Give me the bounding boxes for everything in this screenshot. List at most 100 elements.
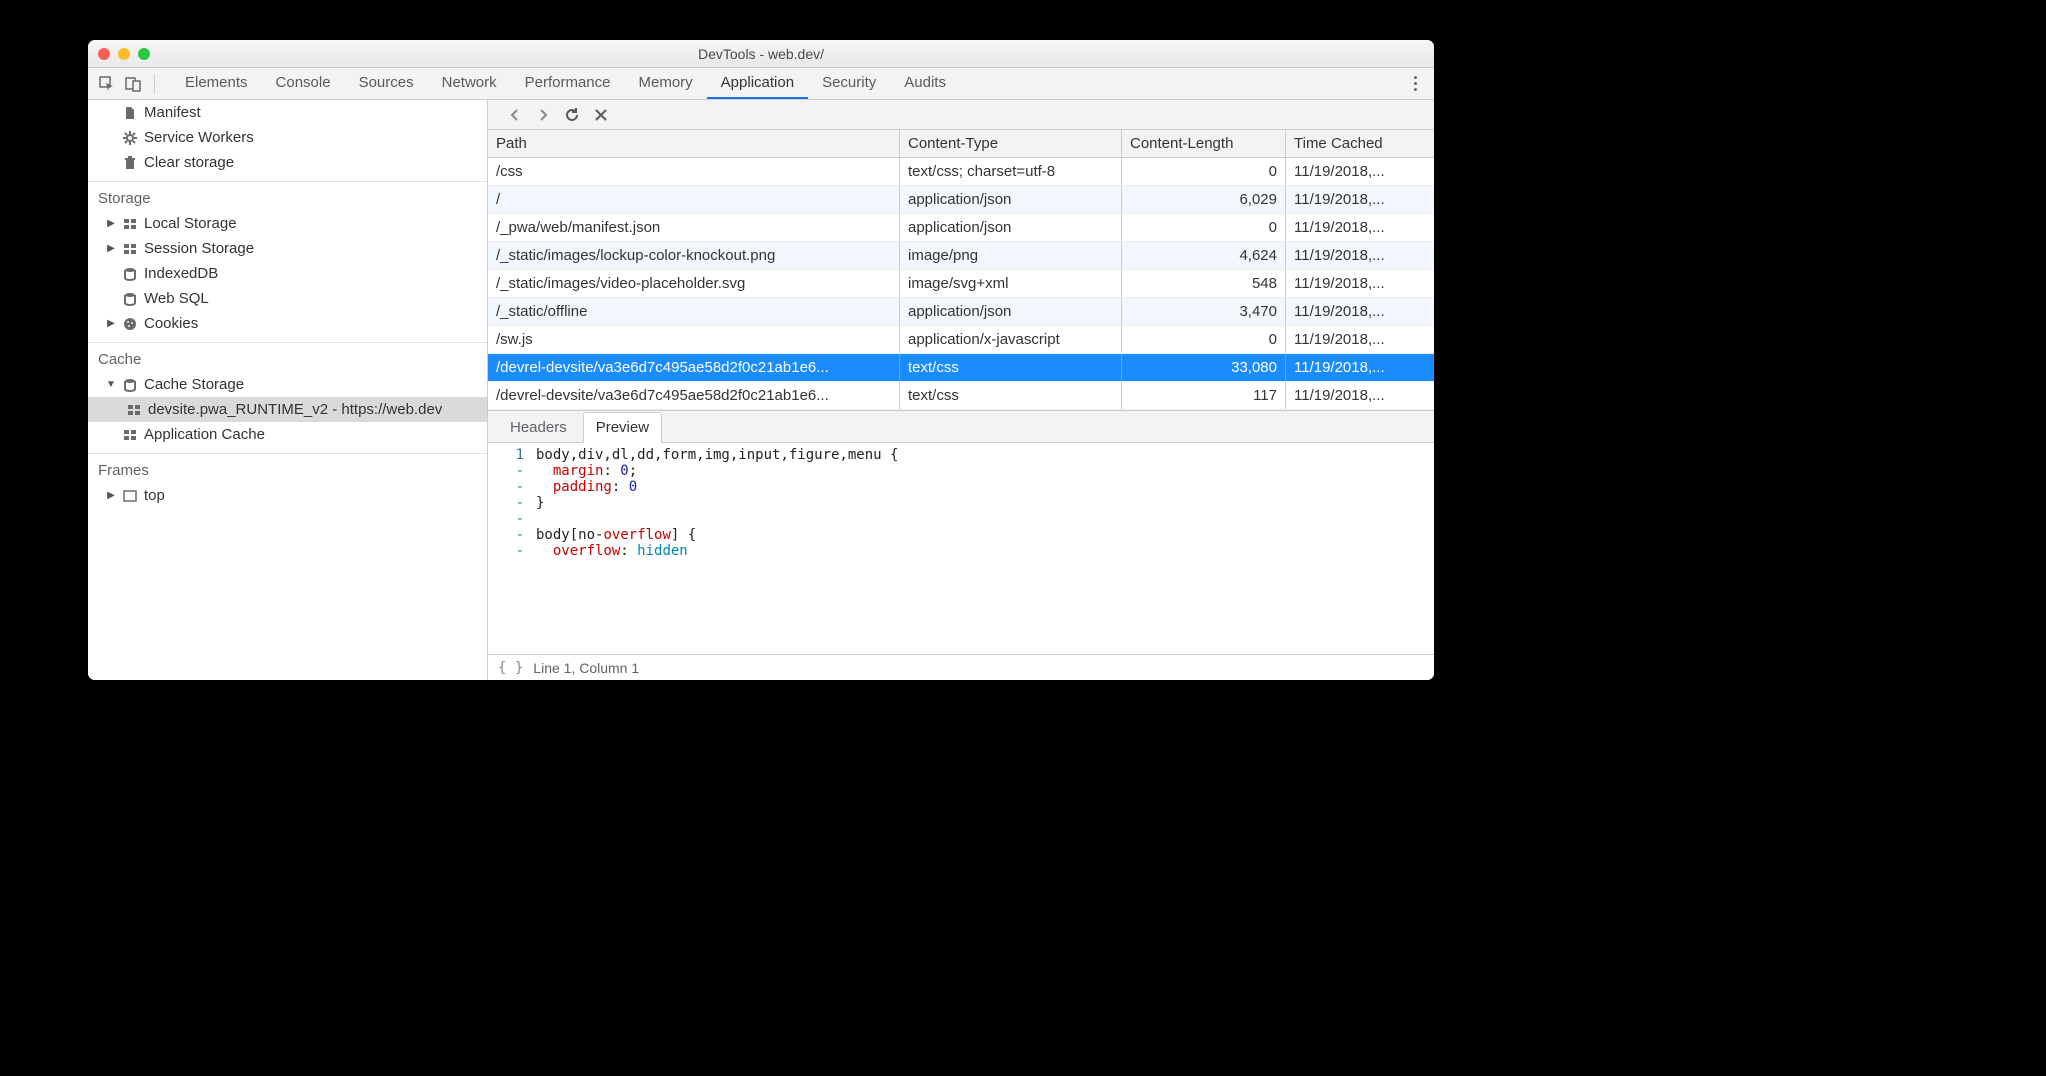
- sidebar-item-cache-entry[interactable]: devsite.pwa_RUNTIME_v2 - https://web.dev: [88, 397, 487, 422]
- tab-elements[interactable]: Elements: [171, 68, 262, 99]
- tab-network[interactable]: Network: [428, 68, 511, 99]
- table-row[interactable]: /_pwa/web/manifest.jsonapplication/json0…: [488, 214, 1434, 242]
- table-row[interactable]: /devrel-devsite/va3e6d7c495ae58d2f0c21ab…: [488, 354, 1434, 382]
- zoom-window-button[interactable]: [138, 48, 150, 60]
- cell-ctype: application/json: [900, 214, 1122, 241]
- cell-path: /sw.js: [488, 326, 900, 353]
- cell-time: 11/19/2018,...: [1286, 158, 1434, 185]
- col-time-cached[interactable]: Time Cached: [1286, 130, 1434, 157]
- sidebar-header-cache: Cache: [88, 342, 487, 372]
- sidebar-item-clear-storage[interactable]: ▸ Clear storage: [88, 150, 487, 175]
- table-row[interactable]: /devrel-devsite/va3e6d7c495ae58d2f0c21ab…: [488, 382, 1434, 410]
- file-icon: [122, 105, 138, 121]
- sidebar-item-websql[interactable]: ▶ Web SQL: [88, 286, 487, 311]
- table-row[interactable]: /application/json6,02911/19/2018,...: [488, 186, 1434, 214]
- devtools-toolbar: Elements Console Sources Network Perform…: [88, 68, 1434, 100]
- trash-icon: [122, 155, 138, 171]
- cell-clen: 6,029: [1122, 186, 1286, 213]
- detail-tab-preview[interactable]: Preview: [583, 412, 662, 443]
- tab-console[interactable]: Console: [262, 68, 345, 99]
- cell-time: 11/19/2018,...: [1286, 382, 1434, 409]
- devtools-window: DevTools - web.dev/ Elements Console Sou…: [88, 40, 1434, 680]
- inspect-element-icon[interactable]: [96, 73, 118, 95]
- cell-path: /devrel-devsite/va3e6d7c495ae58d2f0c21ab…: [488, 354, 900, 381]
- cell-ctype: application/json: [900, 186, 1122, 213]
- sidebar-label: Manifest: [144, 104, 201, 121]
- sidebar-header-storage: Storage: [88, 181, 487, 211]
- cell-path: /: [488, 186, 900, 213]
- braces-icon[interactable]: { }: [498, 660, 523, 676]
- sidebar-item-top-frame[interactable]: ▶ top: [88, 483, 487, 508]
- tab-security[interactable]: Security: [808, 68, 890, 99]
- cell-ctype: application/x-javascript: [900, 326, 1122, 353]
- detail-pane: Headers Preview 1 - - - - - - body,div,d…: [488, 410, 1434, 680]
- tab-application[interactable]: Application: [707, 68, 808, 99]
- table-row[interactable]: /_static/images/lockup-color-knockout.pn…: [488, 242, 1434, 270]
- grid-icon: [122, 241, 138, 257]
- cell-path: /_static/images/video-placeholder.svg: [488, 270, 900, 297]
- sidebar-item-indexeddb[interactable]: ▶ IndexedDB: [88, 261, 487, 286]
- delete-icon[interactable]: [594, 108, 608, 122]
- sidebar-item-cache-storage[interactable]: ▼ Cache Storage: [88, 372, 487, 397]
- sidebar-label: Web SQL: [144, 290, 209, 307]
- cell-clen: 3,470: [1122, 298, 1286, 325]
- sidebar-label: Local Storage: [144, 215, 237, 232]
- cell-time: 11/19/2018,...: [1286, 242, 1434, 269]
- cell-clen: 0: [1122, 326, 1286, 353]
- cell-time: 11/19/2018,...: [1286, 298, 1434, 325]
- cell-ctype: text/css: [900, 382, 1122, 409]
- col-content-length[interactable]: Content-Length: [1122, 130, 1286, 157]
- gear-icon: [122, 130, 138, 146]
- cell-time: 11/19/2018,...: [1286, 270, 1434, 297]
- code-content: body,div,dl,dd,form,img,input,figure,men…: [530, 443, 1434, 654]
- window-controls: [88, 48, 150, 60]
- panel-tabs: Elements Console Sources Network Perform…: [171, 68, 960, 99]
- tab-audits[interactable]: Audits: [890, 68, 960, 99]
- cell-clen: 0: [1122, 214, 1286, 241]
- device-mode-icon[interactable]: [122, 73, 144, 95]
- cell-path: /devrel-devsite/va3e6d7c495ae58d2f0c21ab…: [488, 382, 900, 409]
- cell-ctype: image/svg+xml: [900, 270, 1122, 297]
- sidebar-item-manifest[interactable]: ▸ Manifest: [88, 100, 487, 125]
- tab-memory[interactable]: Memory: [625, 68, 707, 99]
- sidebar-item-session-storage[interactable]: ▶ Session Storage: [88, 236, 487, 261]
- table-row[interactable]: /_static/images/video-placeholder.svgima…: [488, 270, 1434, 298]
- sidebar-item-application-cache[interactable]: ▶ Application Cache: [88, 422, 487, 447]
- sidebar-item-service-workers[interactable]: ▸ Service Workers: [88, 125, 487, 150]
- tab-performance[interactable]: Performance: [511, 68, 625, 99]
- sidebar-item-cookies[interactable]: ▶ Cookies: [88, 311, 487, 336]
- cell-clen: 117: [1122, 382, 1286, 409]
- prev-icon[interactable]: [508, 108, 522, 122]
- code-preview[interactable]: 1 - - - - - - body,div,dl,dd,form,img,in…: [488, 443, 1434, 654]
- application-sidebar: ▸ Manifest ▸ Service Workers ▸ Clear sto…: [88, 100, 488, 680]
- cache-controls: [488, 100, 1434, 130]
- tab-sources[interactable]: Sources: [345, 68, 428, 99]
- database-icon: [122, 266, 138, 282]
- cell-clen: 548: [1122, 270, 1286, 297]
- cell-ctype: application/json: [900, 298, 1122, 325]
- more-options-icon[interactable]: [1404, 76, 1426, 91]
- table-row[interactable]: /sw.jsapplication/x-javascript011/19/201…: [488, 326, 1434, 354]
- refresh-icon[interactable]: [564, 107, 580, 123]
- grid-icon: [126, 402, 142, 418]
- table-row[interactable]: /_static/offlineapplication/json3,47011/…: [488, 298, 1434, 326]
- sidebar-label: Cookies: [144, 315, 198, 332]
- cell-path: /_static/offline: [488, 298, 900, 325]
- next-icon[interactable]: [536, 108, 550, 122]
- titlebar: DevTools - web.dev/: [88, 40, 1434, 68]
- table-row[interactable]: /csstext/css; charset=utf-8011/19/2018,.…: [488, 158, 1434, 186]
- minimize-window-button[interactable]: [118, 48, 130, 60]
- sidebar-label: Clear storage: [144, 154, 234, 171]
- cache-storage-panel: Path Content-Type Content-Length Time Ca…: [488, 100, 1434, 680]
- detail-tab-headers[interactable]: Headers: [498, 413, 579, 442]
- col-content-type[interactable]: Content-Type: [900, 130, 1122, 157]
- col-path[interactable]: Path: [488, 130, 900, 157]
- frame-icon: [122, 488, 138, 504]
- sidebar-label: Application Cache: [144, 426, 265, 443]
- database-icon: [122, 377, 138, 393]
- close-window-button[interactable]: [98, 48, 110, 60]
- cell-time: 11/19/2018,...: [1286, 354, 1434, 381]
- sidebar-item-local-storage[interactable]: ▶ Local Storage: [88, 211, 487, 236]
- sidebar-label: IndexedDB: [144, 265, 218, 282]
- cell-clen: 0: [1122, 158, 1286, 185]
